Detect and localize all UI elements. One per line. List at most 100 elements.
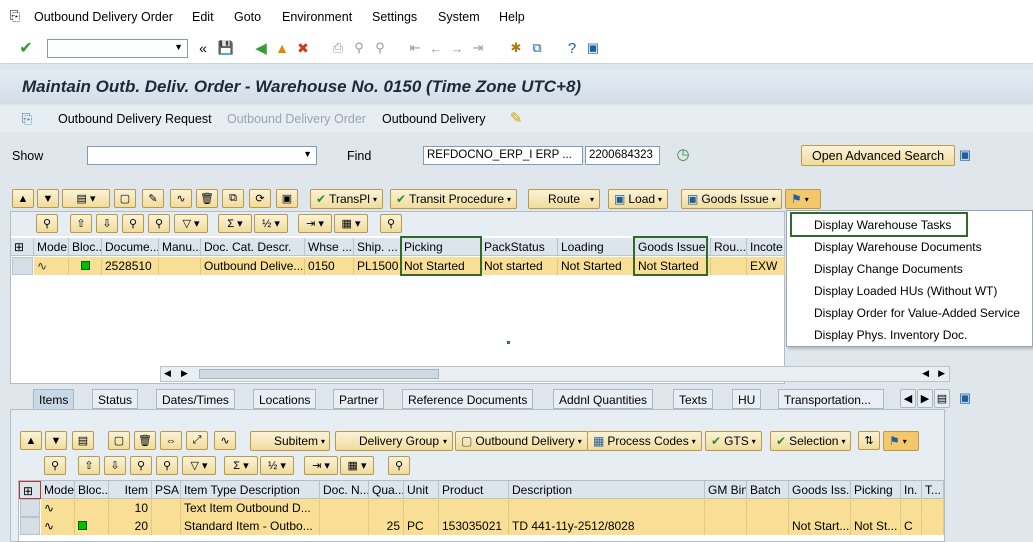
display-change-documents-item[interactable]: Display Change Documents bbox=[814, 262, 963, 276]
item-move-up-button[interactable]: ▲ bbox=[20, 431, 42, 450]
batch-cell[interactable] bbox=[747, 518, 789, 535]
item-move-down-button[interactable]: ▼ bbox=[45, 431, 67, 450]
product-cell[interactable]: 153035021 bbox=[439, 518, 509, 535]
new-session-icon[interactable]: ✱ bbox=[507, 39, 525, 57]
outbound-delivery-button[interactable]: ▢ Outbound Delivery ▾ bbox=[455, 431, 588, 451]
manual-cell[interactable] bbox=[159, 258, 201, 275]
item-column-header[interactable]: Unit bbox=[404, 481, 439, 499]
ship-cell[interactable]: PL1500 bbox=[354, 258, 401, 275]
item-delete-button[interactable]: 🗑 bbox=[134, 431, 156, 450]
column-header[interactable]: Manu... bbox=[159, 238, 201, 256]
display-order-vas-item[interactable]: Display Order for Value-Added Service bbox=[814, 306, 1020, 320]
doc-number-cell[interactable] bbox=[320, 518, 369, 535]
execute-search-icon[interactable]: ◷ bbox=[674, 145, 692, 163]
item-column-header[interactable]: Batch bbox=[747, 481, 789, 499]
column-header[interactable]: Doc. Cat. Descr. bbox=[201, 238, 305, 256]
column-header[interactable]: Loading bbox=[558, 238, 635, 256]
item-number-cell[interactable]: 10 bbox=[109, 500, 152, 517]
personalize-icon[interactable]: ▣ bbox=[956, 146, 974, 164]
sort-desc-button[interactable]: ⇩ bbox=[96, 214, 118, 233]
exit-icon[interactable]: ▲ bbox=[273, 39, 291, 57]
item-more-functions-button[interactable]: ⚑ ▾ bbox=[883, 431, 919, 451]
description-cell[interactable] bbox=[509, 500, 705, 517]
first-page-icon[interactable]: ⇤ bbox=[406, 39, 424, 57]
item-print-preview-button[interactable]: ⚲ bbox=[388, 456, 410, 475]
display-warehouse-documents-item[interactable]: Display Warehouse Documents bbox=[814, 240, 982, 254]
quantity-cell[interactable] bbox=[369, 500, 404, 517]
subitem-button[interactable]: Subitem ▾ bbox=[250, 431, 330, 451]
tab-transportation[interactable]: Transportation... bbox=[778, 389, 884, 409]
details-button[interactable]: ⚲ bbox=[36, 214, 58, 233]
print-icon[interactable]: ⎙ bbox=[329, 39, 347, 57]
shortcut-icon[interactable]: ⧉ bbox=[528, 39, 546, 57]
process-codes-button[interactable]: ▦ Process Codes ▾ bbox=[587, 431, 702, 451]
item-column-header[interactable]: GM Bin bbox=[705, 481, 747, 499]
item-expand-button[interactable]: ⤢ bbox=[186, 431, 208, 450]
display-loaded-hus-item[interactable]: Display Loaded HUs (Without WT) bbox=[814, 284, 997, 298]
menu-help[interactable]: Help bbox=[499, 10, 525, 24]
item-layout-button[interactable]: ▦ ▾ bbox=[340, 456, 374, 475]
item-find-next-button[interactable]: ⚲ bbox=[156, 456, 178, 475]
command-field[interactable]: ▼ bbox=[47, 39, 188, 58]
tab-personalize-icon[interactable]: ▣ bbox=[956, 389, 974, 407]
item-export-button[interactable]: ⇥ ▾ bbox=[304, 456, 338, 475]
help-icon[interactable]: ? bbox=[563, 39, 581, 57]
find-grid-button[interactable]: ⚲ bbox=[122, 214, 144, 233]
gm-bin-cell[interactable] bbox=[705, 500, 747, 517]
row-selector[interactable] bbox=[20, 517, 40, 535]
move-down-button[interactable]: ▼ bbox=[37, 189, 59, 208]
selection-button[interactable]: ✔ Selection ▾ bbox=[770, 431, 852, 451]
more-functions-button[interactable]: ⚑ ▾ bbox=[785, 189, 821, 209]
description-cell[interactable]: TD 441-11y-2512/8028 bbox=[509, 518, 705, 535]
menu-system[interactable]: System bbox=[438, 10, 480, 24]
route-button[interactable]: Route ▾ bbox=[528, 189, 600, 209]
item-mode-button[interactable]: ∿ bbox=[214, 431, 236, 450]
transit-procedure-button[interactable]: ✔ Transit Procedure ▾ bbox=[390, 189, 518, 209]
tab-partner[interactable]: Partner bbox=[333, 389, 385, 409]
find-icon[interactable]: ⚲ bbox=[350, 39, 368, 57]
incoterm-cell[interactable]: EXW bbox=[747, 258, 785, 275]
print-preview-button[interactable]: ⚲ bbox=[380, 214, 402, 233]
goods-issue-button[interactable]: ▣ Goods Issue ▾ bbox=[681, 189, 782, 209]
column-header[interactable]: Bloc... bbox=[69, 238, 102, 256]
whse-cell[interactable]: 0150 bbox=[305, 258, 354, 275]
goods-iss-cell[interactable]: Not Start... bbox=[789, 518, 851, 535]
column-header[interactable]: Whse ... bbox=[305, 238, 354, 256]
menu-environment[interactable]: Environment bbox=[282, 10, 352, 24]
menu-settings[interactable]: Settings bbox=[372, 10, 417, 24]
item-split-button[interactable]: ⇔ bbox=[160, 431, 182, 450]
gts-button[interactable]: ✔ GTS ▾ bbox=[705, 431, 762, 451]
refresh-button[interactable]: ⟳ bbox=[249, 189, 271, 208]
in-cell[interactable] bbox=[901, 500, 922, 517]
item-column-header[interactable]: Item Type Description bbox=[181, 481, 320, 499]
save-icon[interactable]: 💾 bbox=[217, 39, 235, 57]
tab-scroll-left[interactable]: ◀ bbox=[900, 389, 916, 408]
item-detail-button[interactable]: ▤ bbox=[72, 431, 94, 450]
tab-hu[interactable]: HU bbox=[732, 389, 762, 409]
item-find-button[interactable]: ⚲ bbox=[130, 456, 152, 475]
item-create-button[interactable]: ▢ bbox=[108, 431, 130, 450]
item-details-button[interactable]: ⚲ bbox=[44, 456, 66, 475]
column-header[interactable]: Docume... bbox=[102, 238, 159, 256]
item-subtotal-button[interactable]: ½ ▾ bbox=[260, 456, 294, 475]
previous-page-icon[interactable]: ← bbox=[427, 39, 445, 57]
unit-cell[interactable] bbox=[404, 500, 439, 517]
item-column-header[interactable]: Item bbox=[109, 481, 152, 499]
collapse-icon[interactable]: « bbox=[194, 39, 212, 57]
item-picking-cell[interactable]: Not St... bbox=[851, 518, 901, 535]
total-button[interactable]: Σ ▾ bbox=[218, 214, 252, 233]
tab-locations[interactable]: Locations bbox=[253, 389, 317, 409]
item-column-header[interactable]: Product bbox=[439, 481, 509, 499]
export-button[interactable]: ⇥ ▾ bbox=[298, 214, 332, 233]
find-next-grid-button[interactable]: ⚲ bbox=[148, 214, 170, 233]
item-sort-asc-button[interactable]: ⇧ bbox=[78, 456, 100, 475]
doc-number-cell[interactable] bbox=[320, 500, 369, 517]
batch-cell[interactable] bbox=[747, 500, 789, 517]
psa-cell[interactable] bbox=[152, 500, 181, 517]
copy-button[interactable]: ⧉ bbox=[222, 189, 244, 208]
item-type-cell[interactable]: Text Item Outbound D... bbox=[181, 500, 320, 517]
item-sort-desc-button[interactable]: ⇩ bbox=[104, 456, 126, 475]
item-column-header[interactable]: Bloc... bbox=[75, 481, 109, 499]
item-column-header[interactable]: In. bbox=[901, 481, 922, 499]
item-hierarchy-button[interactable]: ⇅ bbox=[858, 431, 880, 450]
